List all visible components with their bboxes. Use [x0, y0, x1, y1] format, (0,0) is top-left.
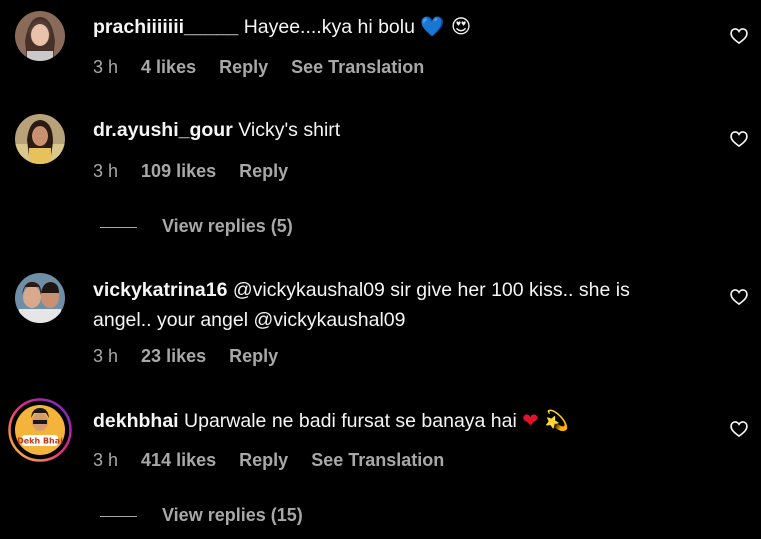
view-replies-label: View replies (15) [162, 505, 303, 525]
view-replies-button[interactable]: View replies (15) [100, 505, 303, 526]
comment-emojis: ❤ 💫 [522, 409, 570, 432]
replies-divider [100, 226, 137, 228]
avatar[interactable] [15, 273, 65, 323]
reply-button[interactable]: Reply [219, 57, 268, 77]
comment-item: Dekh Bhai dekhbhai Uparwale ne badi furs… [0, 390, 761, 539]
heart-outline-icon [730, 421, 748, 438]
username-link[interactable]: dr.ayushi_gour [93, 119, 233, 141]
comment-text: dr.ayushi_gour Vicky's shirt [93, 115, 691, 145]
avatar-image: Dekh Bhai [8, 398, 72, 462]
view-replies-label: View replies (5) [162, 216, 293, 236]
likes-count[interactable]: 4 likes [141, 57, 196, 77]
comment-body: Uparwale ne badi fursat se banaya hai [184, 410, 517, 432]
view-replies-button[interactable]: View replies (5) [100, 216, 293, 237]
comment-text: vickykatrina16 @vickykaushal09 sir give … [93, 275, 691, 335]
heart-outline-icon [730, 28, 748, 45]
comment-meta: 3 h 414 likes Reply See Translation [93, 450, 462, 471]
timestamp[interactable]: 3 h [93, 57, 118, 77]
reply-button[interactable]: Reply [239, 161, 288, 181]
likes-count[interactable]: 414 likes [141, 450, 216, 470]
comment-item: dr.ayushi_gour Vicky's shirt 3 h 109 lik… [0, 100, 761, 260]
timestamp[interactable]: 3 h [93, 450, 118, 470]
comment-body: Hayee....kya hi bolu [243, 16, 415, 38]
avatar-image [15, 114, 65, 164]
comment-meta: 3 h 109 likes Reply [93, 161, 306, 182]
like-button[interactable] [729, 26, 749, 46]
comment-item: vickykatrina16 @vickykaushal09 sir give … [0, 260, 761, 390]
timestamp[interactable]: 3 h [93, 161, 118, 181]
reply-button[interactable]: Reply [229, 346, 278, 366]
heart-outline-icon [730, 131, 748, 148]
avatar[interactable] [15, 11, 65, 61]
avatar-with-story-ring[interactable]: Dekh Bhai [8, 398, 72, 462]
avatar-image [15, 273, 65, 323]
like-button[interactable] [729, 419, 749, 439]
comment-meta: 3 h 23 likes Reply [93, 346, 296, 367]
comment-body: Vicky's shirt [238, 119, 341, 141]
username-link[interactable]: prachiiiiiii_____ [93, 16, 238, 38]
comment-item: prachiiiiiii_____ Hayee....kya hi bolu 💙… [0, 0, 761, 100]
comment-emojis: 💙 😍 [420, 15, 472, 38]
comment-meta: 3 h 4 likes Reply See Translation [93, 57, 442, 78]
username-link[interactable]: dekhbhai [93, 410, 179, 432]
timestamp[interactable]: 3 h [93, 346, 118, 366]
likes-count[interactable]: 23 likes [141, 346, 206, 366]
replies-divider [100, 515, 137, 517]
avatar[interactable] [15, 114, 65, 164]
svg-text:Dekh Bhai: Dekh Bhai [17, 437, 63, 446]
see-translation-button[interactable]: See Translation [311, 450, 444, 470]
comment-text: dekhbhai Uparwale ne badi fursat se bana… [93, 406, 691, 436]
heart-outline-icon [730, 289, 748, 306]
username-link[interactable]: vickykatrina16 [93, 279, 227, 301]
avatar-image [15, 11, 65, 61]
reply-button[interactable]: Reply [239, 450, 288, 470]
like-button[interactable] [729, 287, 749, 307]
like-button[interactable] [729, 129, 749, 149]
likes-count[interactable]: 109 likes [141, 161, 216, 181]
comment-text: prachiiiiiii_____ Hayee....kya hi bolu 💙… [93, 12, 691, 42]
see-translation-button[interactable]: See Translation [291, 57, 424, 77]
